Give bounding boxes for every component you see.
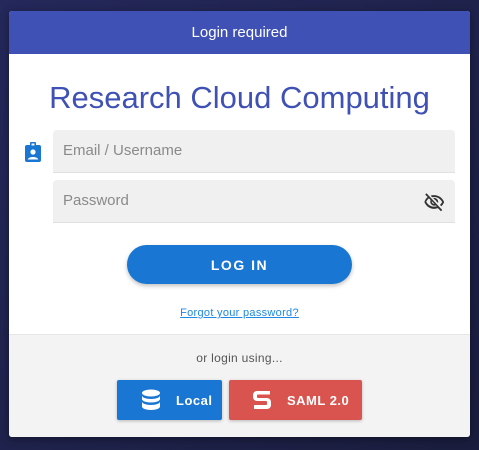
database-icon (140, 389, 162, 411)
email-field[interactable] (53, 130, 413, 171)
login-button[interactable]: LOG IN (127, 245, 352, 284)
password-field-box (53, 180, 455, 223)
password-field[interactable] (53, 180, 413, 221)
saml-s-icon (251, 389, 273, 411)
dialog-header-title: Login required (191, 24, 288, 41)
saml-login-button[interactable]: SAML 2.0 (229, 380, 362, 420)
alternative-login-section: or login using... Local SAML 2.0 (9, 334, 470, 437)
app-title: Research Cloud Computing (49, 80, 430, 115)
local-login-button[interactable]: Local (117, 380, 222, 420)
saml-login-label: SAML 2.0 (287, 392, 350, 408)
dialog-header: Login required (9, 11, 470, 54)
contact-badge-icon (24, 142, 42, 162)
login-dialog: Login required Research Cloud Computing (9, 11, 470, 437)
email-row (9, 130, 470, 173)
password-row (9, 180, 470, 223)
eye-off-icon[interactable] (423, 191, 445, 213)
forgot-password-link[interactable]: Forgot your password? (9, 307, 470, 319)
local-login-label: Local (176, 392, 213, 408)
alternative-login-label: or login using... (196, 351, 283, 365)
email-field-box (53, 130, 455, 173)
